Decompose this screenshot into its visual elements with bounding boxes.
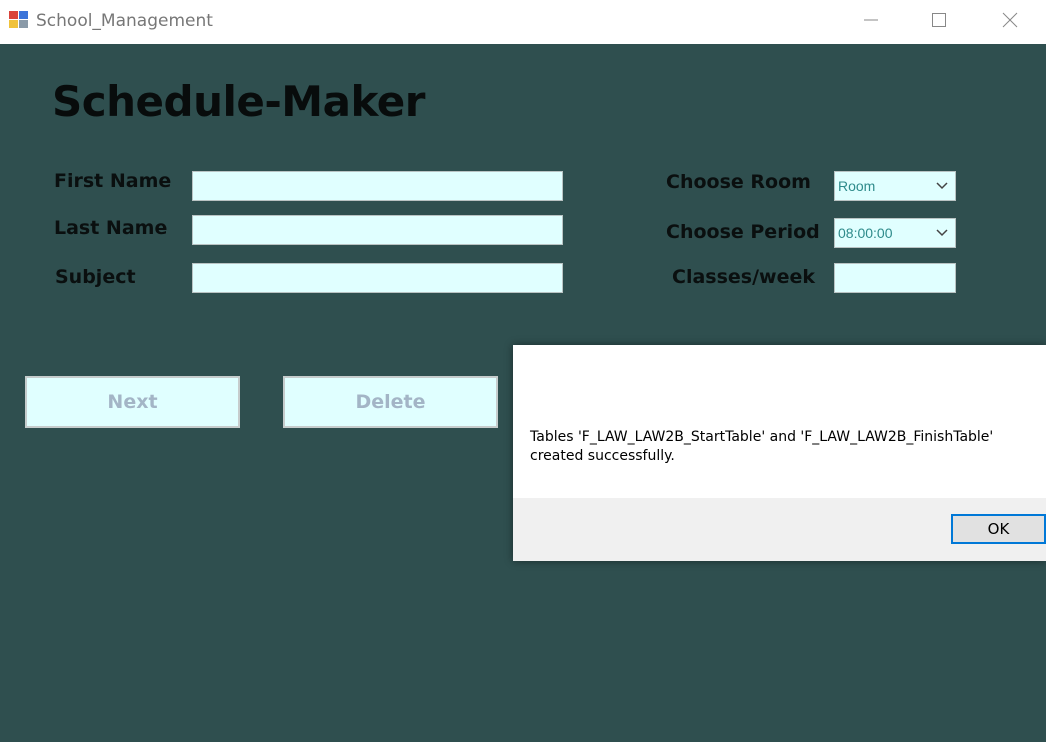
dialog-message-line-2: created successfully. [530, 448, 675, 464]
dialog-footer: OK [513, 498, 1046, 561]
first-name-label: First Name [54, 170, 172, 192]
maximize-icon [931, 12, 947, 32]
message-dialog: Tables 'F_LAW_LAW2B_StartTable' and 'F_L… [513, 345, 1046, 561]
first-name-field[interactable] [192, 171, 563, 201]
subject-label: Subject [55, 266, 136, 288]
close-icon [1002, 12, 1018, 32]
choose-room-label: Choose Room [666, 171, 811, 193]
next-button[interactable]: Next [25, 376, 240, 428]
period-selected-value: 08:00:00 [838, 225, 893, 241]
title-bar: School_Management [0, 0, 1046, 44]
dialog-message: Tables 'F_LAW_LAW2B_StartTable' and 'F_L… [530, 428, 1040, 466]
subject-field[interactable] [192, 263, 563, 293]
room-dropdown[interactable]: Room [834, 171, 956, 201]
maximize-button[interactable] [904, 0, 974, 44]
classes-per-week-field[interactable] [834, 263, 956, 293]
delete-button[interactable]: Delete [283, 376, 498, 428]
choose-period-label: Choose Period [666, 221, 820, 243]
window-title: School_Management [36, 11, 213, 31]
room-selected-value: Room [838, 178, 876, 194]
chevron-down-icon [929, 219, 955, 247]
chevron-down-icon [929, 172, 955, 200]
minimize-button[interactable] [836, 0, 906, 44]
last-name-label: Last Name [54, 217, 168, 239]
period-dropdown[interactable]: 08:00:00 [834, 218, 956, 248]
app-form-icon [9, 10, 29, 30]
page-title: Schedule-Maker [52, 77, 425, 126]
classes-per-week-label: Classes/week [672, 266, 815, 288]
last-name-field[interactable] [192, 215, 563, 245]
dialog-message-line-1: Tables 'F_LAW_LAW2B_StartTable' and 'F_L… [530, 429, 994, 445]
close-button[interactable] [975, 0, 1045, 44]
minimize-icon [863, 12, 879, 32]
ok-button[interactable]: OK [951, 514, 1046, 544]
